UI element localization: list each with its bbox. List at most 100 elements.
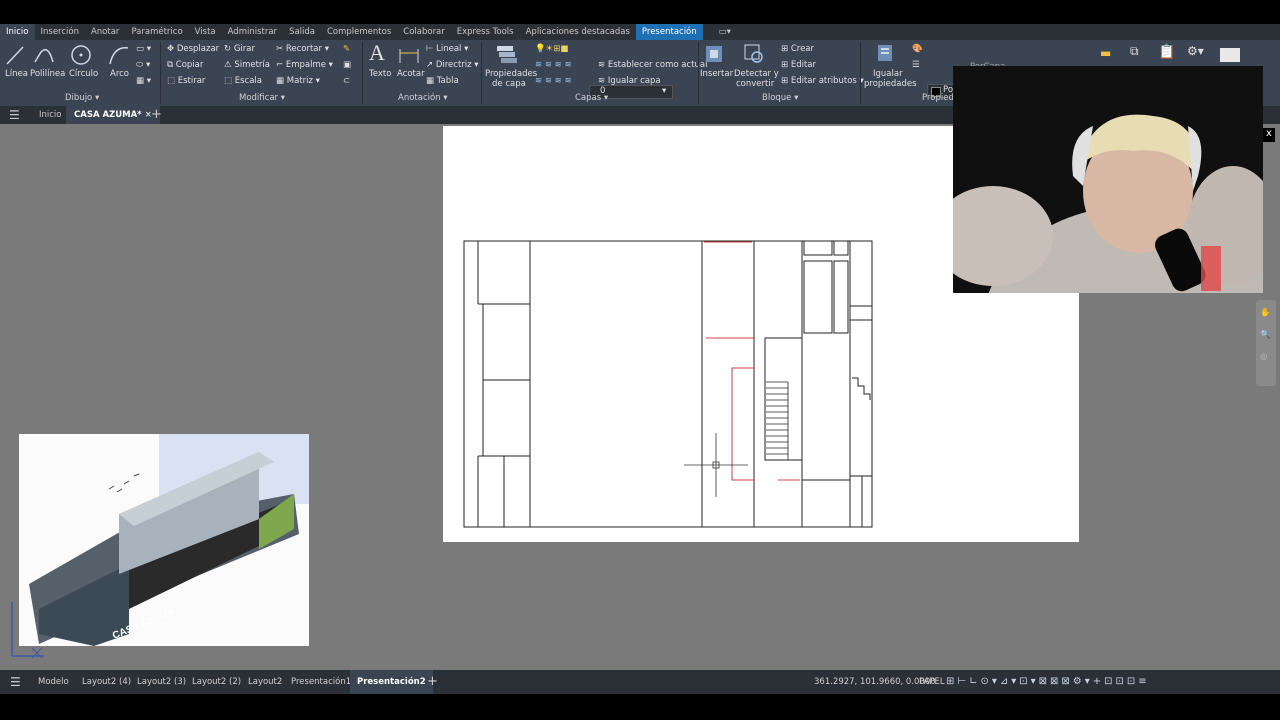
dimension-icon[interactable] <box>398 45 420 65</box>
table-draw-icon[interactable]: ▦ ▾ <box>136 76 151 86</box>
dimension-label[interactable]: Acotar <box>397 69 425 79</box>
layers-panel-title[interactable]: Capas ▾ <box>575 93 608 103</box>
trim-button[interactable]: ✂ Recortar ▾ <box>276 44 329 54</box>
layout-tab-layout2-2[interactable]: Layout2 (2) <box>192 670 241 694</box>
leader-button[interactable]: ↗ Directriz ▾ <box>426 60 479 70</box>
layout-tab-modelo[interactable]: Modelo <box>38 670 69 694</box>
draw-panel-title[interactable]: Dibujo ▾ <box>65 93 99 103</box>
match-properties-label1[interactable]: Igualar <box>873 69 903 79</box>
layer-properties-label2[interactable]: de capa <box>492 79 526 89</box>
render-preview-image: CASA AZUMA TADAO ANDO <box>19 434 309 646</box>
file-tab-inicio[interactable]: Inicio <box>39 106 62 124</box>
detect-convert-icon[interactable] <box>743 43 765 65</box>
match-properties-label2[interactable]: propiedades <box>864 79 917 89</box>
fillet-button[interactable]: ⌐ Empalme ▾ <box>276 60 333 70</box>
status-tool-icons[interactable]: ⊞⊢∟⊙▾⊿▾⊡▾⊠⊠⊠⚙▾+⊡⊡⊡≡ <box>946 670 1150 694</box>
properties-panel-title[interactable]: Propied <box>922 93 954 103</box>
ribbon-options-icon[interactable]: ▭▾ <box>713 24 737 40</box>
table-button[interactable]: ▦ Tabla <box>426 76 459 86</box>
circle-label[interactable]: Círculo <box>69 69 98 79</box>
hatch-icon[interactable]: ⬭ ▾ <box>136 60 150 70</box>
move-button[interactable]: ✥ Desplazar <box>167 44 219 54</box>
layout-tab-presentacion1[interactable]: Presentación1 <box>291 670 351 694</box>
layout-menu-icon[interactable]: ☰ <box>10 670 21 694</box>
line-icon[interactable] <box>5 44 25 66</box>
zoom-icon[interactable]: 🔍 <box>1260 330 1271 340</box>
new-tab-icon[interactable]: + <box>151 106 162 124</box>
pan-icon[interactable]: ✋ <box>1260 308 1271 318</box>
lineweight-icon[interactable]: ☰ <box>912 60 920 70</box>
layer-properties-label1[interactable]: Propiedades <box>485 69 537 79</box>
tab-aplicaciones-destacadas[interactable]: Aplicaciones destacadas <box>520 24 636 40</box>
tab-salida[interactable]: Salida <box>283 24 321 40</box>
set-current-button[interactable]: ≋ Establecer como actual <box>598 60 707 70</box>
linear-button[interactable]: ⊢ Lineal ▾ <box>426 44 468 54</box>
mirror-button[interactable]: ⚠ Simetría <box>224 60 270 70</box>
clipboard-icon[interactable]: 📋 <box>1158 44 1175 60</box>
menu-icon[interactable]: ☰ <box>9 106 20 124</box>
color-wheel-icon[interactable]: 🎨 <box>912 44 923 54</box>
rotate-button[interactable]: ↻ Girar <box>224 44 255 54</box>
layout-tab-layout2-4[interactable]: Layout2 (4) <box>82 670 131 694</box>
tab-colaborar[interactable]: Colaborar <box>397 24 451 40</box>
tab-administrar[interactable]: Administrar <box>222 24 283 40</box>
ucs-icon <box>11 602 44 659</box>
block-panel-title[interactable]: Bloque ▾ <box>762 93 798 103</box>
copy-button[interactable]: ⧉ Copiar <box>167 60 203 70</box>
layer-state-icons[interactable]: 💡☀⊞■ <box>535 44 568 54</box>
navigation-bar[interactable]: ✋ 🔍 ◎ <box>1256 300 1276 386</box>
create-block-button[interactable]: ⊞ Crear <box>781 44 814 54</box>
arc-label[interactable]: Arco <box>110 69 129 79</box>
stretch-button[interactable]: ⬚ Estirar <box>167 76 205 86</box>
layer-tools-icons[interactable]: ≋ ≋ ≋ ≋ <box>535 60 572 70</box>
scale-button[interactable]: ⬚ Escala <box>224 76 262 86</box>
layout-tab-presentacion2[interactable]: Presentación2 <box>350 670 433 694</box>
tab-insercion[interactable]: Inserción <box>35 24 85 40</box>
modify-panel-title[interactable]: Modificar ▾ <box>239 93 285 103</box>
render-label-sub: TADAO ANDO <box>173 600 205 618</box>
polyline-label[interactable]: Polilínea <box>30 69 65 79</box>
insert-label[interactable]: Insertar <box>700 69 733 79</box>
circle-icon[interactable] <box>70 44 92 66</box>
measure-icon[interactable]: ▬ <box>1100 46 1111 60</box>
layer-properties-icon[interactable] <box>494 43 518 65</box>
match-layer-button[interactable]: ≋ Igualar capa <box>598 76 661 86</box>
text-icon[interactable]: A <box>369 40 385 66</box>
tab-vista[interactable]: Vista <box>189 24 222 40</box>
explode-icon[interactable]: ▣ <box>343 60 351 70</box>
line-label[interactable]: Línea <box>5 69 28 79</box>
annotation-panel-title[interactable]: Anotación ▾ <box>398 93 448 103</box>
group-icon[interactable]: ⧉ <box>1130 44 1139 59</box>
detect-label2[interactable]: convertir <box>736 79 774 89</box>
match-properties-icon[interactable] <box>875 43 897 65</box>
tab-inicio[interactable]: Inicio <box>0 24 35 40</box>
edit-attributes-button[interactable]: ⊞ Editar atributos ▾ <box>781 76 864 86</box>
tab-express-tools[interactable]: Express Tools <box>451 24 520 40</box>
webcam-overlay <box>953 66 1263 293</box>
tab-presentacion[interactable]: Presentación <box>635 24 703 40</box>
erase-icon[interactable]: ✎ <box>343 44 350 54</box>
tab-parametrico[interactable]: Paramétrico <box>125 24 188 40</box>
arc-icon[interactable] <box>108 44 130 66</box>
coordinates-readout[interactable]: 361.2927, 101.9660, 0.0000 <box>814 670 936 694</box>
offset-icon[interactable]: ⊂ <box>343 76 350 86</box>
layout-tab-layout2-3[interactable]: Layout2 (3) <box>137 670 186 694</box>
tab-complementos[interactable]: Complementos <box>321 24 397 40</box>
layer-tools-icons-2[interactable]: ≋ ≋ ≋ ≋ <box>535 76 572 86</box>
array-button[interactable]: ▦ Matriz ▾ <box>276 76 320 86</box>
polyline-icon[interactable] <box>33 44 55 66</box>
file-tab-current[interactable]: CASA AZUMA* × <box>66 106 160 124</box>
tab-anotar[interactable]: Anotar <box>85 24 125 40</box>
orbit-icon[interactable]: ◎ <box>1260 352 1267 362</box>
view-icon[interactable] <box>1220 48 1240 62</box>
paper-space-toggle[interactable]: PAPEL <box>919 670 945 694</box>
layout-tab-layout2[interactable]: Layout2 <box>248 670 282 694</box>
utilities-icon[interactable]: ⚙▾ <box>1187 44 1204 58</box>
edit-block-button[interactable]: ⊞ Editar <box>781 60 816 70</box>
text-label[interactable]: Texto <box>369 69 391 79</box>
insert-block-icon[interactable] <box>703 43 725 65</box>
webcam-close-icon[interactable]: x <box>1263 128 1275 142</box>
rectangle-icon[interactable]: ▭ ▾ <box>136 44 151 54</box>
detect-label1[interactable]: Detectar y <box>734 69 779 79</box>
add-layout-icon[interactable]: + <box>427 670 438 694</box>
